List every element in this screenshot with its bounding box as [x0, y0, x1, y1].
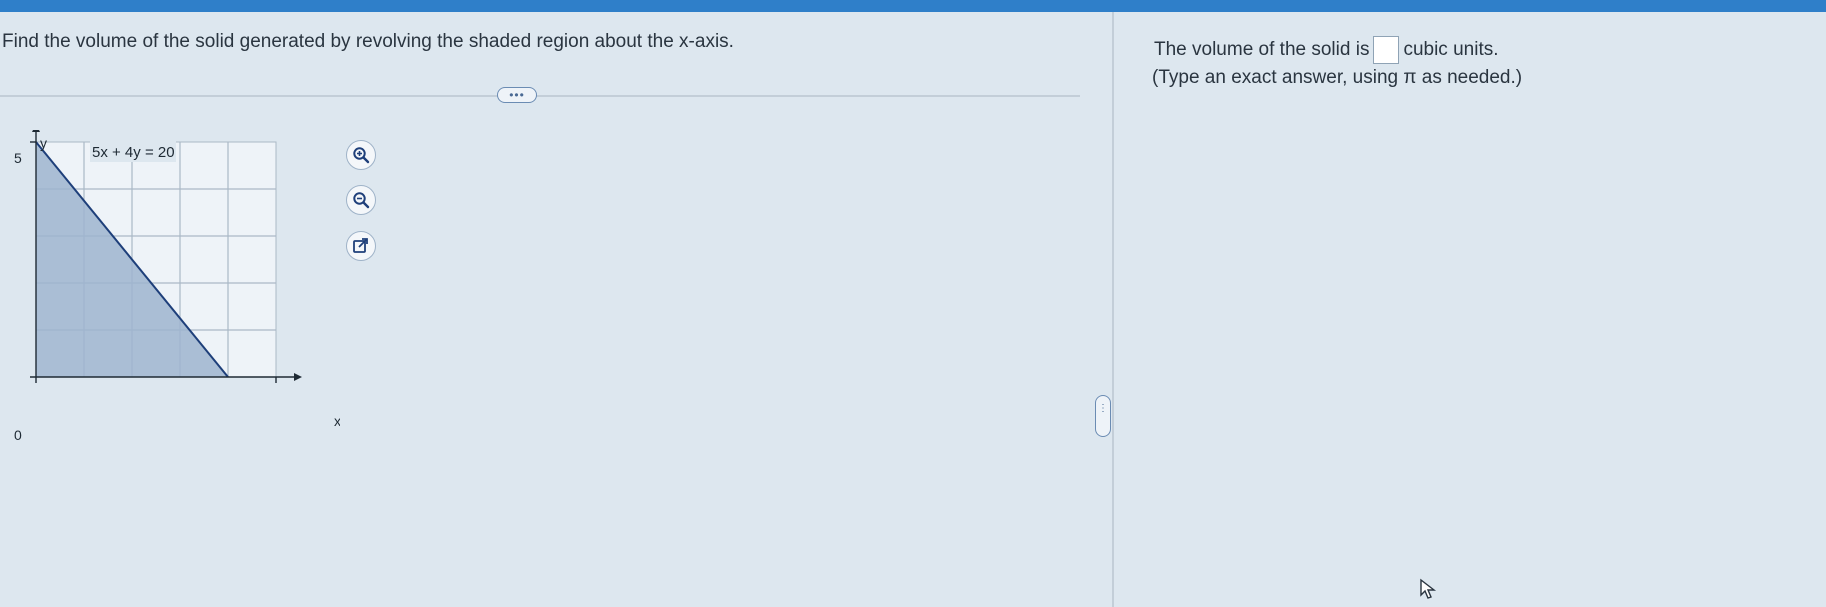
pane-resize-handle[interactable]: ⋮ [1095, 395, 1111, 437]
question-text: Find the volume of the solid generated b… [2, 31, 734, 52]
mouse-cursor-icon [1420, 578, 1437, 599]
external-link-icon [353, 238, 368, 253]
x-axis-label: x [334, 413, 340, 429]
x-axis-arrow [294, 373, 302, 381]
equation-label: 5x + 4y = 20 [92, 144, 175, 161]
y-axis-label: y [40, 135, 47, 151]
vertical-divider [1112, 12, 1114, 607]
y-axis-arrow [32, 124, 40, 132]
answer-line: The volume of the solid is cubic units. [1154, 36, 1499, 64]
zoom-out-icon [353, 192, 370, 209]
answer-pane: The volume of the solid is cubic units. (… [1116, 12, 1826, 607]
y-tick-max: 5 [14, 150, 22, 166]
answer-input[interactable] [1373, 36, 1400, 64]
open-external-button[interactable] [346, 231, 376, 261]
y-tick-min: 0 [14, 427, 22, 440]
more-options-button[interactable]: ••• [497, 87, 537, 103]
answer-suffix: cubic units. [1403, 39, 1499, 61]
zoom-out-button[interactable] [346, 185, 376, 215]
region-graph: 5x + 4y = 20 y x 5 0 0 5 [0, 124, 376, 459]
answer-hint: (Type an exact answer, using π as needed… [1152, 67, 1523, 88]
horizontal-divider [0, 95, 1080, 97]
zoom-in-icon [353, 147, 370, 164]
graph-svg: 5x + 4y = 20 y x 5 0 0 5 [14, 124, 341, 459]
answer-prefix: The volume of the solid is [1154, 39, 1370, 61]
zoom-in-button[interactable] [346, 140, 376, 170]
top-accent-bar [0, 0, 1826, 12]
